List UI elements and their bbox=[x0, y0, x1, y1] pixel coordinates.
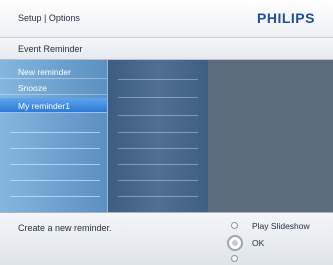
submenu-divider bbox=[118, 180, 198, 181]
breadcrumb: Setup | Options bbox=[18, 13, 80, 23]
submenu-divider bbox=[118, 97, 198, 98]
brand-logo: PHILIPS bbox=[257, 10, 315, 26]
title-bar: Event Reminder bbox=[0, 38, 333, 60]
menu-item-label: My reminder1 bbox=[18, 101, 70, 111]
menu-divider bbox=[10, 180, 100, 181]
menu-column: New reminder Snooze My reminder1 bbox=[0, 60, 107, 212]
menu-divider bbox=[10, 148, 100, 149]
menu-item-new-reminder[interactable]: New reminder bbox=[0, 64, 107, 79]
top-bar: Setup | Options PHILIPS bbox=[0, 0, 333, 38]
menu-item-label: New reminder bbox=[18, 67, 71, 77]
submenu-divider bbox=[118, 115, 198, 116]
submenu-divider bbox=[118, 79, 198, 80]
submenu-divider bbox=[118, 196, 198, 197]
nav-up-icon[interactable] bbox=[231, 222, 238, 229]
menu-divider bbox=[10, 196, 100, 197]
ok-label: OK bbox=[252, 238, 265, 248]
nav-down-icon[interactable] bbox=[231, 255, 238, 262]
submenu-divider bbox=[118, 132, 198, 133]
menu-item-snooze[interactable]: Snooze bbox=[0, 80, 107, 95]
nav-up-label: Play Slideshow bbox=[252, 221, 310, 231]
menu-item-my-reminder1[interactable]: My reminder1 bbox=[0, 98, 107, 113]
submenu-divider bbox=[118, 148, 198, 149]
menu-item-label: Snooze bbox=[18, 83, 47, 93]
preview-panel bbox=[208, 60, 333, 212]
help-text: Create a new reminder. bbox=[18, 223, 112, 233]
submenu-column bbox=[107, 60, 208, 212]
ok-button-icon[interactable] bbox=[227, 235, 243, 251]
menu-divider bbox=[10, 132, 100, 133]
screen: Setup | Options PHILIPS Event Reminder N… bbox=[0, 0, 333, 265]
page-title: Event Reminder bbox=[18, 44, 83, 54]
bottom-bar: Create a new reminder. Play Slideshow OK bbox=[0, 212, 333, 265]
menu-divider bbox=[10, 164, 100, 165]
submenu-divider bbox=[118, 164, 198, 165]
